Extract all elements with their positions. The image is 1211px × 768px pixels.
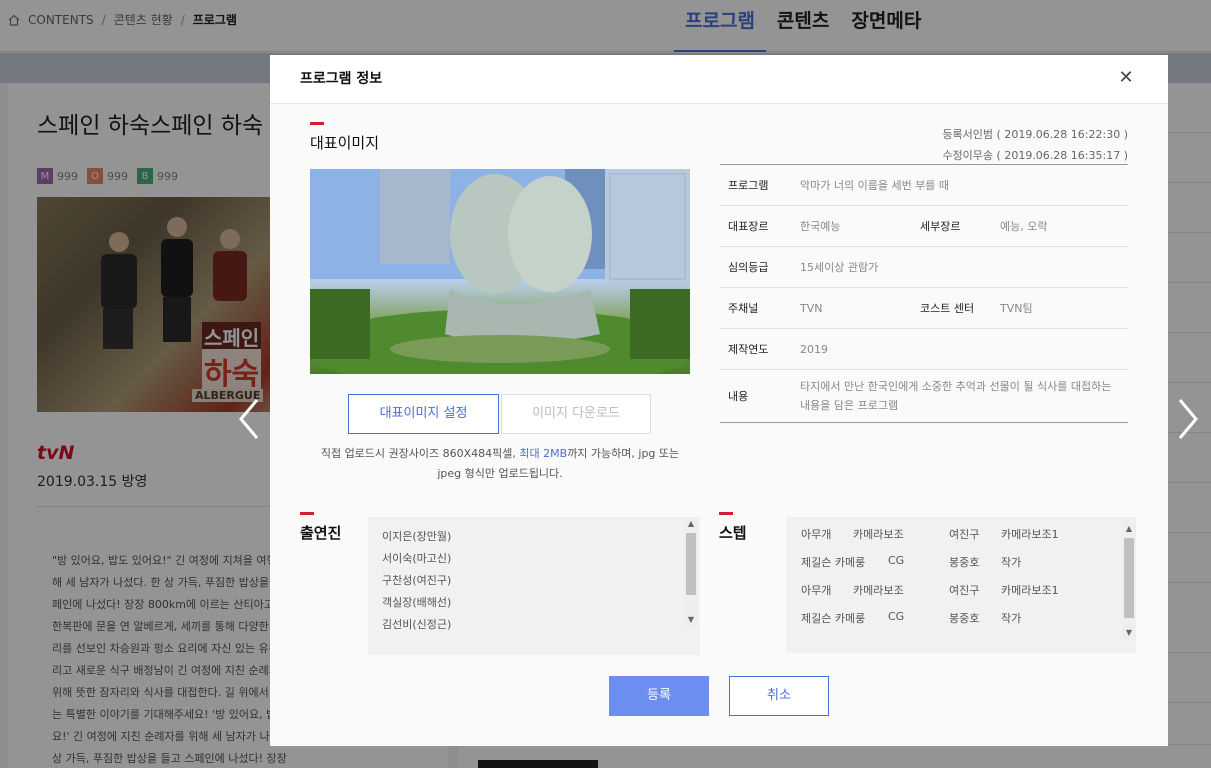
info-value: 예능, 오락 (1000, 220, 1048, 233)
cast-item: 김선비(신정근) (382, 618, 452, 631)
sculpture-photo (310, 169, 690, 374)
upload-note: 직접 업로드시 권장사이즈 860X484픽셀, 최대 2MB까지 가능하며, … (310, 444, 690, 484)
staff-name: 제길슨 카메룽 (801, 556, 866, 569)
staff-name: 여진구 (949, 528, 980, 541)
info-value: 15세이상 관람가 (800, 260, 879, 274)
upload-note-text: 직접 업로드시 권장사이즈 860X484픽셀, (320, 447, 520, 460)
staff-role: 카메라보조 (853, 528, 904, 541)
image-section-heading: 대표이미지 (310, 122, 380, 152)
scroll-up-icon[interactable]: ▲ (684, 517, 698, 531)
register-button[interactable]: 등록 (609, 676, 709, 716)
staff-name: 여진구 (949, 584, 980, 597)
info-label: 내용 (728, 390, 749, 403)
representative-image (310, 169, 690, 374)
registered-info: 등록서인범 ( 2019.06.28 16:22:30 ) (942, 128, 1128, 141)
info-row-rating: 심의등급 15세이상 관람가 (720, 247, 1128, 288)
info-label: 프로그램 (728, 179, 769, 192)
modified-info: 수정이무송 ( 2019.06.28 16:35:17 ) (942, 149, 1128, 162)
modal-title: 프로그램 정보 (300, 71, 383, 87)
info-row-genre: 대표장르 한국예능 세부장르 예능, 오락 (720, 206, 1128, 247)
info-value: 타지에서 만난 한국인에게 소중한 추억과 선물이 될 식사를 대접하는 내용을… (800, 380, 1112, 412)
cast-item: 서이숙(마고신) (382, 552, 452, 565)
program-info-table: 프로그램 악마가 너의 이름을 세번 부를 때 대표장르 한국예능 세부장르 예… (720, 164, 1128, 423)
info-label: 코스트 센터 (920, 302, 975, 315)
cast-scrollbar[interactable]: ▲ ▼ (684, 517, 698, 627)
info-label: 대표장르 (728, 220, 769, 233)
info-value: 2019 (800, 342, 828, 356)
staff-name: 봉중호 (949, 556, 980, 569)
scroll-up-icon[interactable]: ▲ (1122, 522, 1136, 536)
cast-item: 이지은(장만월) (382, 530, 452, 543)
staff-role: 카메라보조1 (1001, 528, 1059, 541)
cast-heading: 출연진 (300, 512, 342, 542)
close-icon[interactable]: ✕ (1117, 69, 1135, 87)
info-label: 제작연도 (728, 343, 769, 356)
cast-item: 객실장(배해선) (382, 596, 452, 609)
scroll-down-icon[interactable]: ▼ (684, 613, 698, 627)
staff-heading: 스텝 (719, 512, 747, 542)
info-value: TVN팀 (1000, 302, 1033, 315)
staff-list-box: 아무개 카메라보조 여진구 카메라보조1 제길슨 카메룽 CG 봉중호 작가 아… (786, 517, 1136, 653)
info-value: 악마가 너의 이름을 세번 부를 때 (800, 178, 950, 192)
staff-role: 작가 (1001, 612, 1022, 625)
staff-name: 봉중호 (949, 612, 980, 625)
info-label: 심의등급 (728, 261, 769, 274)
cast-list-box: 이지은(장만월) 서이숙(마고신) 구찬성(여진구) 객실장(배해선) 김선비(… (368, 517, 700, 655)
staff-scrollbar[interactable]: ▲ ▼ (1122, 522, 1136, 640)
cancel-button[interactable]: 취소 (729, 676, 829, 716)
program-info-modal: 프로그램 정보 ✕ 대표이미지 등록서인범 ( 2019.06.28 16:22… (270, 55, 1168, 746)
next-arrow-icon[interactable] (1177, 398, 1199, 440)
previous-arrow-icon[interactable] (238, 398, 260, 440)
scrollbar-thumb[interactable] (1124, 538, 1134, 618)
staff-name: 아무개 (801, 584, 832, 597)
cast-item: 구찬성(여진구) (382, 574, 452, 587)
info-row-channel: 주채널 TVN 코스트 센터 TVN팀 (720, 288, 1128, 329)
staff-role: 작가 (1001, 556, 1022, 569)
staff-name: 아무개 (801, 528, 832, 541)
cast-list: 이지은(장만월) 서이숙(마고신) 구찬성(여진구) 객실장(배해선) 김선비(… (382, 526, 451, 636)
modal-header: 프로그램 정보 ✕ (270, 55, 1168, 104)
info-row-content: 내용 타지에서 만난 한국인에게 소중한 추억과 선물이 될 식사를 대접하는 … (720, 370, 1128, 422)
info-label: 세부장르 (920, 220, 961, 233)
scroll-down-icon[interactable]: ▼ (1122, 626, 1136, 640)
modal-body: 대표이미지 등록서인범 ( 2019.06.28 16:22:30 ) 수정이무… (270, 104, 1168, 746)
staff-role: CG (888, 554, 905, 567)
staff-role: 카메라보조1 (1001, 584, 1059, 597)
staff-name: 제길슨 카메룽 (801, 612, 866, 625)
info-row-year: 제작연도 2019 (720, 329, 1128, 370)
upload-size-limit: 최대 2MB (519, 447, 568, 460)
staff-role: CG (888, 610, 905, 623)
info-label: 주채널 (728, 302, 759, 315)
image-download-button: 이미지 다운로드 (501, 394, 651, 434)
staff-role: 카메라보조 (853, 584, 904, 597)
scrollbar-thumb[interactable] (686, 533, 696, 595)
set-representative-image-button[interactable]: 대표이미지 설정 (348, 394, 499, 434)
info-row-program: 프로그램 악마가 너의 이름을 세번 부를 때 (720, 165, 1128, 206)
info-value: 한국예능 (800, 220, 841, 233)
info-value: TVN (800, 301, 823, 315)
